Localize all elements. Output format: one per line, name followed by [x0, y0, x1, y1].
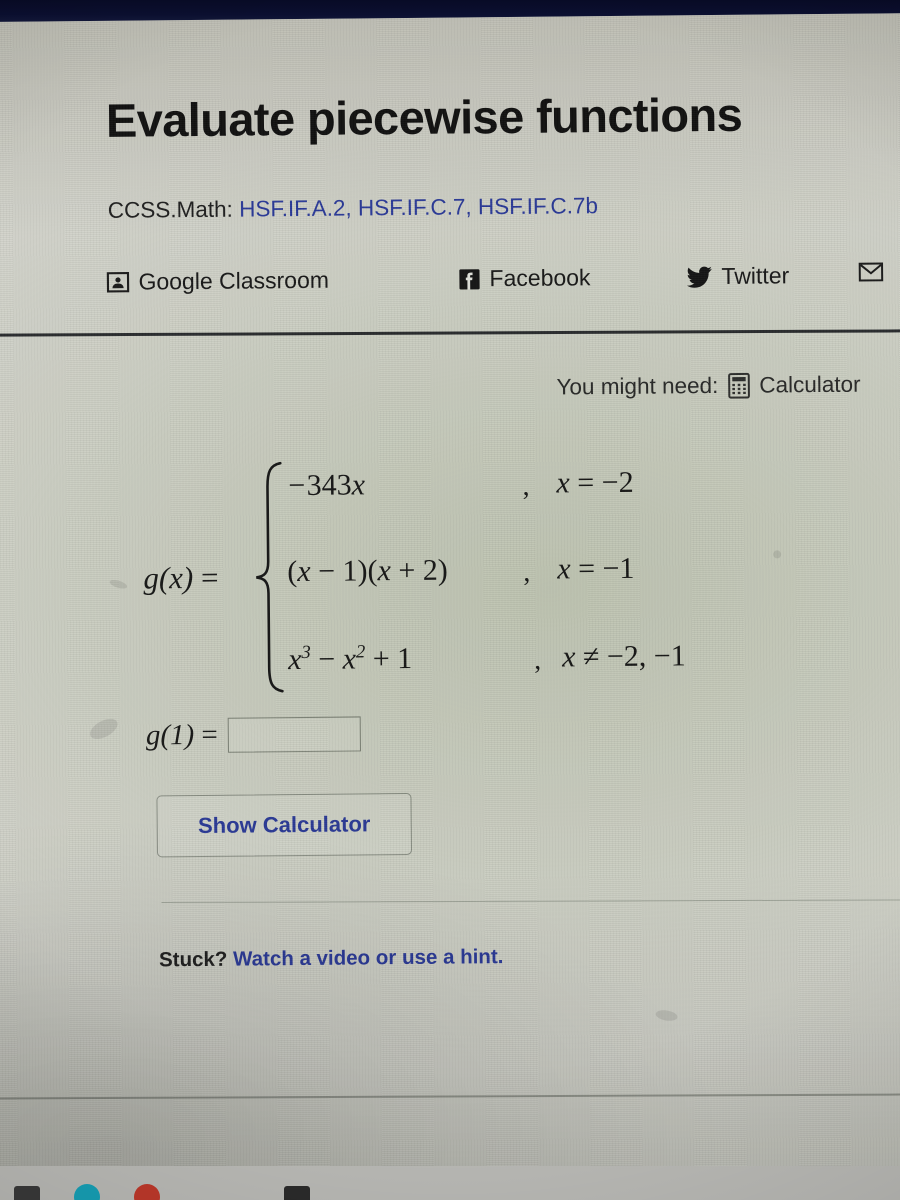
- calculator-label[interactable]: Calculator: [759, 372, 861, 399]
- function-name: g(x): [143, 560, 194, 596]
- piece-3-condition: x ≠ −2, −1: [561, 639, 686, 674]
- share-twitter-label: Twitter: [721, 262, 790, 289]
- page-bottom-divider: [0, 1093, 900, 1100]
- piece-1-separator: ,: [522, 470, 530, 502]
- show-calculator-button[interactable]: Show Calculator: [156, 792, 413, 858]
- piece-2-separator: ,: [523, 556, 531, 588]
- photographed-screen: Evaluate piecewise functions CCSS.Math: …: [0, 0, 900, 1200]
- share-email[interactable]: [858, 261, 892, 282]
- piecewise-brace: [256, 461, 284, 693]
- twitter-bird-icon: [686, 266, 712, 288]
- calculator-icon[interactable]: [727, 372, 750, 399]
- piece-3-expression: x3 − x2 + 1: [287, 641, 413, 677]
- share-google-classroom[interactable]: Google Classroom: [106, 267, 329, 296]
- piece-2-condition: x = −1: [557, 551, 635, 586]
- facebook-icon: [458, 268, 480, 290]
- function-equals: =: [200, 559, 219, 595]
- share-row: Google Classroom Facebook Twitter: [106, 261, 900, 303]
- taskbar-icon-dark[interactable]: [284, 1186, 310, 1200]
- function-label: g(x) =: [143, 560, 218, 597]
- header-divider: [0, 329, 900, 337]
- share-twitter[interactable]: Twitter: [686, 262, 789, 290]
- share-google-classroom-label: Google Classroom: [138, 266, 330, 295]
- share-facebook[interactable]: Facebook: [458, 264, 591, 292]
- answer-row: g(1) =: [146, 716, 361, 753]
- taskbar: [0, 1166, 900, 1200]
- answer-input[interactable]: [227, 716, 361, 753]
- exercise-page: Evaluate piecewise functions CCSS.Math: …: [0, 13, 900, 1200]
- piece-2-expression: (x − 1)(x + 2): [287, 553, 448, 589]
- ccss-standards-links[interactable]: HSF.IF.A.2, HSF.IF.C.7, HSF.IF.C.7b: [239, 193, 598, 221]
- piecewise-row-1: −343x , x = −2: [286, 465, 756, 522]
- taskbar-icon-red[interactable]: [134, 1184, 160, 1200]
- piece-3-separator: ,: [534, 644, 542, 676]
- you-might-need-label: You might need:: [556, 372, 719, 400]
- google-classroom-icon: [106, 271, 130, 294]
- answer-expression: g(1): [145, 719, 195, 752]
- hint-divider: [161, 899, 900, 904]
- answer-equals: =: [201, 718, 218, 751]
- piece-1-expression: −343x: [286, 468, 366, 503]
- answer-label: g(1) =: [146, 719, 218, 753]
- piecewise-row-2: (x − 1)(x + 2) , x = −1: [287, 551, 757, 608]
- stuck-row: Stuck? Watch a video or use a hint.: [159, 945, 504, 972]
- page-title: Evaluate piecewise functions: [105, 87, 743, 147]
- piece-1-condition: x = −2: [556, 465, 634, 500]
- watch-video-hint-link[interactable]: Watch a video or use a hint.: [233, 945, 504, 971]
- taskbar-icon-window[interactable]: [14, 1186, 40, 1200]
- ccss-standards-line: CCSS.Math: HSF.IF.A.2, HSF.IF.C.7, HSF.I…: [108, 193, 598, 224]
- ccss-label: CCSS.Math:: [107, 196, 233, 223]
- envelope-icon: [858, 261, 884, 282]
- share-facebook-label: Facebook: [489, 264, 591, 292]
- taskbar-icon-teal[interactable]: [74, 1184, 100, 1200]
- screen-surface: Evaluate piecewise functions CCSS.Math: …: [0, 13, 900, 1200]
- piecewise-function: g(x) = −343x , x = −2 (x − 1)(x + 2) , x…: [142, 461, 744, 699]
- stuck-label: Stuck?: [158, 947, 228, 972]
- piecewise-row-3: x3 − x2 + 1 , x ≠ −2, −1: [288, 639, 758, 696]
- you-might-need-row: You might need: Calculator: [556, 372, 860, 401]
